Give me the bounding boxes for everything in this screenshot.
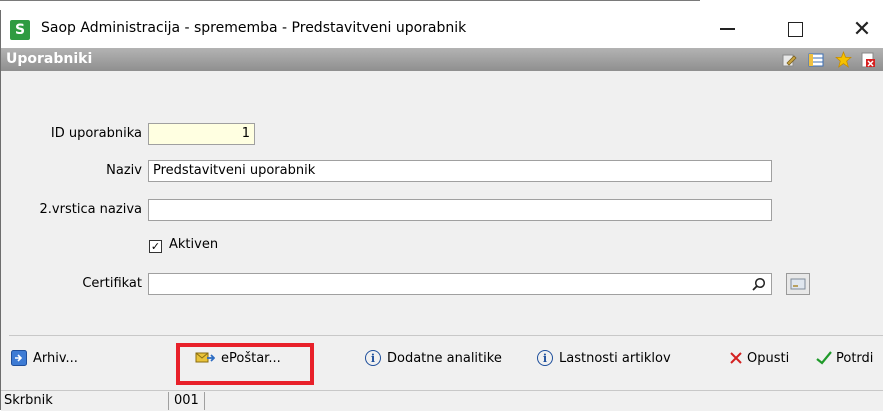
table-icon[interactable] bbox=[807, 51, 825, 68]
certifikat-label: Certifikat bbox=[82, 276, 142, 291]
app-icon: S bbox=[10, 20, 30, 40]
cancel-icon bbox=[729, 351, 743, 365]
naziv-label: Naziv bbox=[106, 163, 142, 178]
minimize-button[interactable] bbox=[704, 14, 750, 44]
section-title: Uporabniki bbox=[6, 51, 93, 67]
dodatne-analitike-button[interactable]: i Dodatne analitike bbox=[365, 343, 502, 373]
naziv-field[interactable]: Predstavitveni uporabnik bbox=[148, 160, 772, 182]
opusti-button[interactable]: Opusti bbox=[729, 343, 789, 373]
potrdi-label: Potrdi bbox=[836, 350, 874, 366]
certifikat-field[interactable] bbox=[148, 273, 772, 295]
id-label: ID uporabnika bbox=[50, 126, 142, 141]
opusti-label: Opusti bbox=[747, 350, 790, 366]
button-bar: Arhiv... ePoštar... i Dodatne analitike … bbox=[1, 343, 883, 373]
close-button[interactable]: ✕ bbox=[839, 14, 883, 44]
title-bar: S Saop Administracija - sprememba - Pred… bbox=[1, 10, 883, 48]
status-skrbnik: Skrbnik bbox=[1, 392, 169, 410]
status-code: 001 bbox=[171, 392, 205, 410]
archive-icon bbox=[11, 350, 27, 366]
vrstica2-field[interactable] bbox=[148, 199, 772, 221]
info-icon: i bbox=[537, 350, 553, 366]
aktiven-label: Aktiven bbox=[169, 237, 219, 252]
dialog-window: S Saop Administracija - sprememba - Pred… bbox=[0, 10, 883, 411]
edit-icon[interactable] bbox=[780, 51, 798, 68]
arhiv-button[interactable]: Arhiv... bbox=[11, 343, 78, 373]
info-icon: i bbox=[365, 350, 381, 366]
top-border-line bbox=[0, 0, 700, 1]
aktiven-checkbox[interactable]: ✓ bbox=[149, 240, 162, 253]
arhiv-label: Arhiv... bbox=[33, 350, 78, 366]
highlight-box bbox=[176, 343, 314, 385]
maximize-icon bbox=[787, 21, 803, 37]
search-icon[interactable] bbox=[749, 275, 769, 293]
lastnosti-artiklov-button[interactable]: i Lastnosti artiklov bbox=[537, 343, 671, 373]
window-title: Saop Administracija - sprememba - Predst… bbox=[41, 20, 467, 36]
dodatne-analitike-label: Dodatne analitike bbox=[387, 350, 502, 366]
vrstica2-label: 2.vrstica naziva bbox=[39, 202, 142, 217]
confirm-icon bbox=[816, 351, 832, 365]
maximize-button[interactable] bbox=[772, 14, 818, 44]
form-area: ID uporabnika 1 Naziv Predstavitveni upo… bbox=[1, 71, 883, 335]
certificate-icon bbox=[790, 278, 806, 290]
certificate-picker-button[interactable] bbox=[786, 273, 810, 295]
id-field[interactable]: 1 bbox=[148, 123, 255, 145]
section-header: Uporabniki bbox=[1, 48, 883, 71]
lastnosti-artiklov-label: Lastnosti artiklov bbox=[559, 350, 671, 366]
close-icon: ✕ bbox=[852, 16, 872, 42]
delete-icon[interactable] bbox=[859, 51, 877, 68]
potrdi-button[interactable]: Potrdi bbox=[816, 343, 873, 373]
star-icon[interactable] bbox=[834, 51, 852, 68]
separator bbox=[9, 335, 883, 336]
minimize-icon bbox=[719, 28, 735, 30]
status-bar: Skrbnik 001 bbox=[1, 390, 883, 411]
